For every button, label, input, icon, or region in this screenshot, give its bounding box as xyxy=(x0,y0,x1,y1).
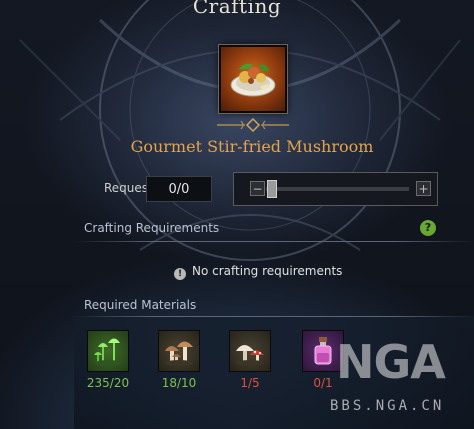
crafting-requirements-label: Crafting Requirements xyxy=(84,221,220,235)
divider-ornament-icon xyxy=(217,118,289,132)
help-icon[interactable]: ? xyxy=(420,220,436,236)
material-count: 18/10 xyxy=(161,376,197,390)
quantity-slider[interactable]: − + xyxy=(233,172,438,206)
green-glowing-mushroom-icon xyxy=(94,338,121,366)
no-requirements-text: No crafting requirements xyxy=(192,264,343,278)
slider-track[interactable] xyxy=(266,187,409,191)
crafted-item-name: Gourmet Stir-fried Mushroom xyxy=(130,137,374,156)
watermark-logo: NGA xyxy=(336,335,446,389)
stir-fried-dish-icon xyxy=(230,63,276,97)
info-icon: ! xyxy=(174,268,186,280)
materials-divider xyxy=(74,316,474,317)
crafted-item-slot[interactable] xyxy=(218,44,288,114)
slider-thumb[interactable] xyxy=(267,180,277,198)
requirements-divider xyxy=(74,241,474,242)
decrease-button[interactable]: − xyxy=(250,181,265,196)
increase-button[interactable]: + xyxy=(416,181,431,196)
material-slot[interactable] xyxy=(87,330,129,372)
red-white-mushroom-icon xyxy=(236,345,264,366)
no-requirements-message: ! No crafting requirements xyxy=(174,264,342,280)
material-count: 1/5 xyxy=(240,376,260,390)
required-materials-label: Required Materials xyxy=(84,298,197,312)
material-count: 235/20 xyxy=(86,376,130,390)
window-title: Crafting xyxy=(192,0,282,18)
brown-mushroom-cluster-icon xyxy=(165,341,193,366)
material-slot[interactable] xyxy=(229,330,271,372)
request-quantity-input[interactable] xyxy=(146,176,212,202)
watermark-url: BBS.NGA.CN xyxy=(330,398,445,414)
material-slot[interactable] xyxy=(158,330,200,372)
